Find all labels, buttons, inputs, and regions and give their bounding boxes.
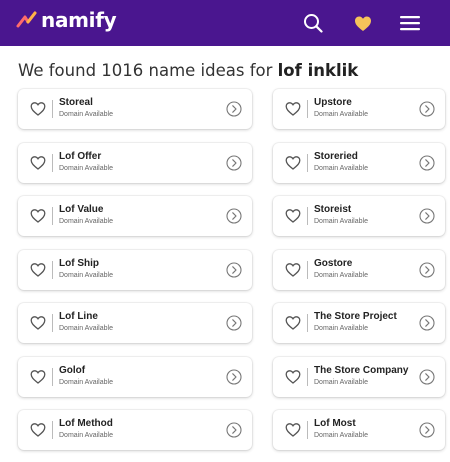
chevron-right-circle-icon[interactable] bbox=[419, 315, 435, 331]
name-idea-label: Lof Most bbox=[314, 418, 356, 429]
name-idea-label: Storeist bbox=[314, 204, 352, 215]
domain-status-label: Domain Available bbox=[59, 111, 113, 118]
favorite-heart-icon[interactable] bbox=[285, 101, 301, 117]
logo-mark-icon bbox=[16, 11, 37, 28]
divider bbox=[52, 100, 53, 118]
chevron-right-circle-icon[interactable] bbox=[226, 154, 242, 171]
domain-status-label: Domain Available bbox=[314, 111, 368, 118]
results-count-text: We found 1016 name ideas for bbox=[18, 61, 273, 80]
favorites-heart-icon[interactable] bbox=[350, 10, 376, 36]
favorite-heart-icon[interactable] bbox=[30, 369, 46, 385]
domain-status-label: Domain Available bbox=[314, 218, 368, 225]
name-card[interactable]: Golof Domain Available bbox=[18, 356, 252, 397]
chevron-right-circle-icon[interactable] bbox=[419, 208, 435, 224]
domain-status-label: Domain Available bbox=[59, 432, 113, 439]
chevron-right-circle-icon[interactable] bbox=[419, 101, 435, 117]
domain-status-label: Domain Available bbox=[314, 378, 368, 386]
divider bbox=[307, 421, 308, 439]
divider bbox=[307, 207, 308, 225]
name-idea-label: Lof Line bbox=[59, 311, 98, 322]
favorite-heart-icon[interactable] bbox=[30, 208, 46, 224]
divider bbox=[52, 367, 53, 386]
domain-status-label: Domain Available bbox=[314, 164, 368, 172]
favorite-heart-icon[interactable] bbox=[285, 208, 301, 224]
chevron-right-circle-icon[interactable] bbox=[226, 261, 242, 278]
top-navigation-bar: namify bbox=[0, 0, 450, 46]
chevron-right-circle-icon[interactable] bbox=[226, 315, 242, 331]
search-icon[interactable] bbox=[300, 10, 326, 36]
chevron-right-circle-icon[interactable] bbox=[419, 368, 435, 385]
favorite-heart-icon[interactable] bbox=[285, 155, 301, 171]
chevron-right-circle-icon[interactable] bbox=[226, 368, 242, 385]
domain-status-label: Domain Available bbox=[314, 271, 368, 279]
name-card[interactable]: Storeist Domain Available bbox=[273, 196, 445, 236]
name-idea-label: Gostore bbox=[314, 257, 353, 269]
domain-status-label: Domain Available bbox=[59, 325, 113, 332]
name-card[interactable]: Upstore Domain Available bbox=[273, 89, 445, 129]
name-idea-label: Lof Ship bbox=[59, 257, 99, 269]
divider bbox=[307, 314, 308, 332]
chevron-right-circle-icon[interactable] bbox=[226, 422, 242, 438]
favorite-heart-icon[interactable] bbox=[285, 315, 301, 331]
name-card[interactable]: Storeried Domain Available bbox=[273, 142, 445, 183]
divider bbox=[52, 260, 53, 279]
chevron-right-circle-icon[interactable] bbox=[226, 208, 242, 224]
chevron-right-circle-icon[interactable] bbox=[226, 101, 242, 117]
name-card[interactable]: Lof Offer Domain Available bbox=[18, 142, 252, 183]
domain-status-label: Domain Available bbox=[59, 218, 113, 225]
favorite-heart-icon[interactable] bbox=[285, 369, 301, 385]
name-idea-label: The Store Company bbox=[314, 364, 409, 376]
favorite-heart-icon[interactable] bbox=[30, 422, 46, 438]
name-card[interactable]: Lof Line Domain Available bbox=[18, 303, 252, 343]
domain-status-label: Domain Available bbox=[314, 325, 368, 332]
favorite-heart-icon[interactable] bbox=[30, 262, 46, 278]
results-headline: We found 1016 name ideas for lof inklik bbox=[18, 61, 438, 80]
name-idea-label: Lof Method bbox=[59, 418, 113, 429]
favorite-heart-icon[interactable] bbox=[285, 422, 301, 438]
domain-status-label: Domain Available bbox=[59, 271, 113, 279]
name-card[interactable]: Lof Most Domain Available bbox=[273, 410, 445, 450]
divider bbox=[307, 367, 308, 386]
divider bbox=[307, 100, 308, 118]
chevron-right-circle-icon[interactable] bbox=[419, 261, 435, 278]
name-card[interactable]: The Store Company Domain Available bbox=[273, 356, 445, 397]
divider bbox=[307, 153, 308, 172]
name-idea-label: Storeal bbox=[59, 97, 93, 108]
brand-name: namify bbox=[41, 8, 117, 32]
search-keyword: lof inklik bbox=[277, 61, 359, 80]
favorite-heart-icon[interactable] bbox=[30, 101, 46, 117]
domain-status-label: Domain Available bbox=[59, 378, 113, 386]
name-card[interactable]: Gostore Domain Available bbox=[273, 249, 445, 290]
name-card[interactable]: The Store Project Domain Available bbox=[273, 303, 445, 343]
divider bbox=[52, 207, 53, 225]
domain-status-label: Domain Available bbox=[314, 432, 368, 439]
name-card[interactable]: Storeal Domain Available bbox=[18, 89, 252, 129]
chevron-right-circle-icon[interactable] bbox=[419, 154, 435, 171]
favorite-heart-icon[interactable] bbox=[285, 262, 301, 278]
name-card[interactable]: Lof Method Domain Available bbox=[18, 410, 252, 450]
name-idea-label: Golof bbox=[59, 364, 86, 376]
name-idea-label: Lof Value bbox=[59, 204, 104, 215]
name-card[interactable]: Lof Ship Domain Available bbox=[18, 249, 252, 290]
domain-status-label: Domain Available bbox=[59, 164, 113, 172]
divider bbox=[52, 153, 53, 172]
favorite-heart-icon[interactable] bbox=[30, 315, 46, 331]
chevron-right-circle-icon[interactable] bbox=[419, 422, 435, 438]
name-idea-label: The Store Project bbox=[314, 311, 397, 322]
name-card[interactable]: Lof Value Domain Available bbox=[18, 196, 252, 236]
divider bbox=[52, 421, 53, 439]
name-idea-label: Upstore bbox=[314, 97, 352, 108]
name-idea-label: Storeried bbox=[314, 150, 358, 162]
divider bbox=[52, 314, 53, 332]
favorite-heart-icon[interactable] bbox=[30, 155, 46, 171]
divider bbox=[307, 260, 308, 279]
name-idea-label: Lof Offer bbox=[59, 150, 102, 162]
hamburger-menu-icon[interactable] bbox=[397, 10, 423, 36]
namify-logo[interactable]: namify bbox=[16, 8, 117, 32]
